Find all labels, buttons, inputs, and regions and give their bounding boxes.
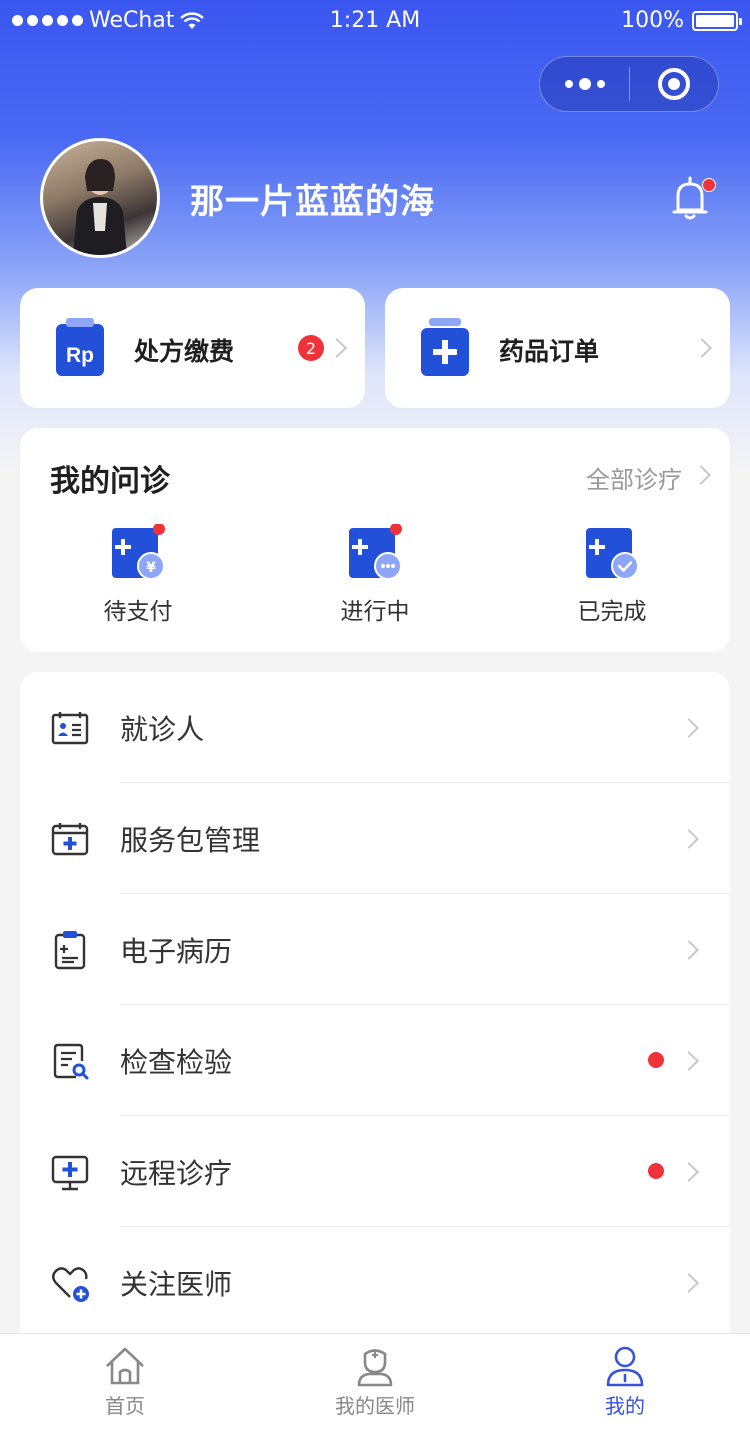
follow-doctor-icon: [52, 1267, 89, 1302]
more-dot-icon: [578, 78, 591, 90]
chevron-right-icon: [691, 465, 711, 485]
chevron-right-icon: [679, 1051, 699, 1071]
prescription-count-badge: 2: [298, 335, 324, 361]
menu-item-patients[interactable]: 就诊人: [20, 672, 730, 783]
doctor-icon: [357, 1349, 393, 1387]
tab-my-doctors[interactable]: 我的医师: [250, 1334, 500, 1432]
pending-payment-icon: ¥: [112, 524, 165, 580]
close-miniprogram-button[interactable]: [630, 57, 718, 111]
remote-consult-icon: [51, 1155, 89, 1191]
medical-record-icon: [54, 931, 86, 970]
tab-label: 首页: [105, 1394, 145, 1418]
menu-item-service-packages[interactable]: 服务包管理: [20, 783, 730, 894]
notification-button[interactable]: [666, 174, 716, 222]
menu-list: 就诊人 服务包管理 电子病历 检查检验 远程诊疗 关注医师: [20, 672, 730, 1372]
svg-text:¥: ¥: [146, 560, 156, 576]
menu-item-remote-consult[interactable]: 远程诊疗: [20, 1116, 730, 1227]
tab-profile[interactable]: 我的: [500, 1334, 750, 1432]
menu-item-label: 远程诊疗: [120, 1157, 233, 1190]
notification-dot: [702, 178, 716, 192]
more-menu-button[interactable]: [540, 57, 629, 111]
menu-item-medical-records[interactable]: 电子病历: [20, 894, 730, 1005]
tab-label: 我的医师: [335, 1394, 415, 1418]
avatar-person-icon: [73, 159, 127, 255]
patient-card-icon: [51, 712, 89, 745]
new-indicator-dot: [648, 1163, 664, 1179]
status-bar: WeChat 1:21 AM 100%: [0, 0, 750, 40]
avatar[interactable]: [40, 138, 160, 258]
battery-icon: [692, 10, 742, 31]
all-consultations-link[interactable]: 全部诊疗: [586, 460, 682, 495]
chevron-right-icon: [679, 1273, 699, 1293]
my-consultations-card: 我的问诊 全部诊疗 ¥ 待支付 进行中 已完成: [20, 428, 730, 652]
chevron-right-icon: [679, 1162, 699, 1182]
more-dot-icon: [564, 80, 573, 88]
more-dot-icon: [596, 80, 605, 88]
completed-icon: [586, 528, 639, 580]
lab-test-icon: [53, 1043, 89, 1080]
user-name: 那一片蓝蓝的海: [190, 182, 435, 222]
consult-status-in-progress[interactable]: 进行中: [305, 524, 445, 634]
profile-icon: [606, 1346, 644, 1387]
new-indicator-dot: [648, 1052, 664, 1068]
service-package-icon: [51, 823, 89, 856]
chevron-right-icon: [692, 338, 712, 358]
chevron-right-icon: [327, 338, 347, 358]
quick-card-label: 处方缴费: [134, 337, 235, 366]
consult-status-label: 待支付: [103, 599, 173, 625]
menu-item-label: 关注医师: [120, 1268, 233, 1301]
tab-home[interactable]: 首页: [0, 1334, 250, 1432]
battery-percent: 100%: [621, 8, 684, 33]
consult-status-label: 已完成: [577, 599, 647, 625]
svg-text:Rp: Rp: [66, 344, 94, 367]
tab-label: 我的: [605, 1394, 645, 1418]
battery-status: 100%: [621, 8, 742, 33]
in-progress-icon: [349, 524, 402, 580]
chevron-right-icon: [679, 829, 699, 849]
menu-item-label: 就诊人: [120, 713, 205, 746]
home-icon: [106, 1347, 144, 1385]
bottom-tab-bar: 首页 我的医师 我的: [0, 1333, 750, 1432]
quick-card-medicine-orders[interactable]: 药品订单: [385, 288, 730, 408]
consult-status-label: 进行中: [340, 599, 410, 625]
chevron-right-icon: [679, 940, 699, 960]
menu-item-followed-doctors[interactable]: 关注医师: [20, 1227, 730, 1338]
menu-item-lab-tests[interactable]: 检查检验: [20, 1005, 730, 1116]
miniprogram-capsule: [539, 56, 719, 112]
target-close-icon: [657, 68, 690, 100]
quick-card-label: 药品订单: [499, 337, 600, 366]
medicine-box-icon: [421, 318, 469, 376]
consult-status-pending[interactable]: ¥ 待支付: [68, 524, 208, 634]
section-title: 我的问诊: [50, 464, 170, 499]
chevron-right-icon: [679, 718, 699, 738]
consult-status-completed[interactable]: 已完成: [542, 524, 682, 634]
menu-item-label: 服务包管理: [120, 824, 261, 857]
menu-item-label: 电子病历: [120, 935, 233, 968]
menu-item-label: 检查检验: [120, 1046, 233, 1079]
prescription-rp-icon: Rp: [56, 318, 104, 376]
